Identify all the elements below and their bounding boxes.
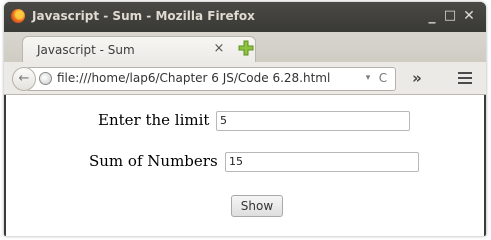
tab-label: Javascript - Sum (37, 43, 135, 57)
title-bar: Javascript - Sum - Mozilla Firefox _ □ ✕ (4, 2, 486, 32)
plus-icon (238, 40, 254, 56)
maximize-button[interactable]: □ (442, 7, 458, 25)
sum-label: Sum of Numbers (89, 152, 218, 170)
firefox-logo-icon (11, 9, 25, 23)
close-window-button[interactable]: ✕ (461, 7, 477, 25)
back-button[interactable]: ← (12, 67, 36, 91)
minimize-button[interactable]: _ (424, 7, 440, 25)
hamburger-menu-icon[interactable] (455, 68, 475, 88)
tab-close-icon[interactable]: × (211, 41, 227, 57)
sum-output[interactable]: 15 (225, 152, 419, 172)
show-button[interactable]: Show (231, 195, 283, 217)
globe-icon (39, 72, 52, 85)
limit-label: Enter the limit (98, 111, 210, 129)
tab-javascript-sum[interactable]: Javascript - Sum × (22, 36, 256, 64)
reload-icon[interactable]: C (376, 70, 390, 86)
limit-input[interactable]: 5 (216, 111, 410, 131)
url-bar[interactable]: file:///home/lap6/Chapter 6 JS/Code 6.28… (26, 67, 396, 91)
tab-strip: Javascript - Sum × (4, 32, 486, 64)
window-title: Javascript - Sum - Mozilla Firefox (32, 9, 255, 23)
url-dropdown-icon[interactable]: ▾ (363, 71, 373, 85)
browser-window: Javascript - Sum - Mozilla Firefox _ □ ✕… (4, 2, 486, 236)
navigation-bar: file:///home/lap6/Chapter 6 JS/Code 6.28… (4, 62, 486, 95)
url-text: file:///home/lap6/Chapter 6 JS/Code 6.28… (57, 71, 331, 85)
page-content: Enter the limit 5 Sum of Numbers 15 Show (6, 95, 484, 236)
toolbar-overflow-button[interactable]: » (406, 67, 428, 89)
new-tab-button[interactable] (237, 39, 255, 57)
